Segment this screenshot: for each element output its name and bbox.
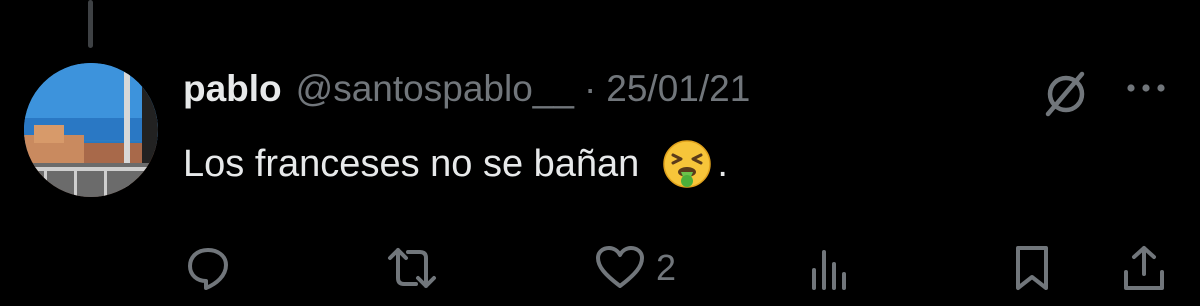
author-handle[interactable]: @santospablo__ [296, 68, 574, 110]
share-button[interactable] [1120, 236, 1168, 300]
tweet-date[interactable]: 25/01/21 [606, 68, 750, 110]
nauseated-face-emoji-icon [663, 140, 712, 188]
views-button[interactable] [806, 236, 854, 300]
like-count: 2 [656, 247, 677, 288]
tweet-text-period: . [717, 142, 728, 185]
separator-dot: · [583, 68, 597, 109]
views-bars-icon [812, 250, 846, 290]
avatar[interactable] [24, 63, 158, 197]
thread-connector-line [88, 0, 93, 48]
bookmark-icon [1016, 246, 1048, 290]
tweet-text-body: Los franceses no se bañan [183, 142, 640, 185]
reply-bubble-icon [188, 248, 228, 290]
like-button[interactable]: 2 [594, 236, 676, 300]
author-name[interactable]: pablo [183, 68, 282, 110]
tweet-header: pablo @santospablo__ · 25/01/21 [183, 60, 750, 118]
no-entry-circle-slash-icon[interactable] [1040, 68, 1092, 120]
retweet-icon [388, 248, 436, 288]
bookmark-button[interactable] [1012, 236, 1052, 300]
more-dots-icon[interactable] [1124, 76, 1168, 100]
share-icon [1124, 246, 1164, 290]
retweet-button[interactable] [384, 236, 440, 300]
tweet-actions: 2 [0, 236, 1200, 300]
avatar-photo [24, 63, 158, 197]
heart-icon [596, 246, 644, 288]
reply-button[interactable] [184, 236, 232, 300]
tweet-text: Los franceses no se bañan . [183, 138, 728, 190]
